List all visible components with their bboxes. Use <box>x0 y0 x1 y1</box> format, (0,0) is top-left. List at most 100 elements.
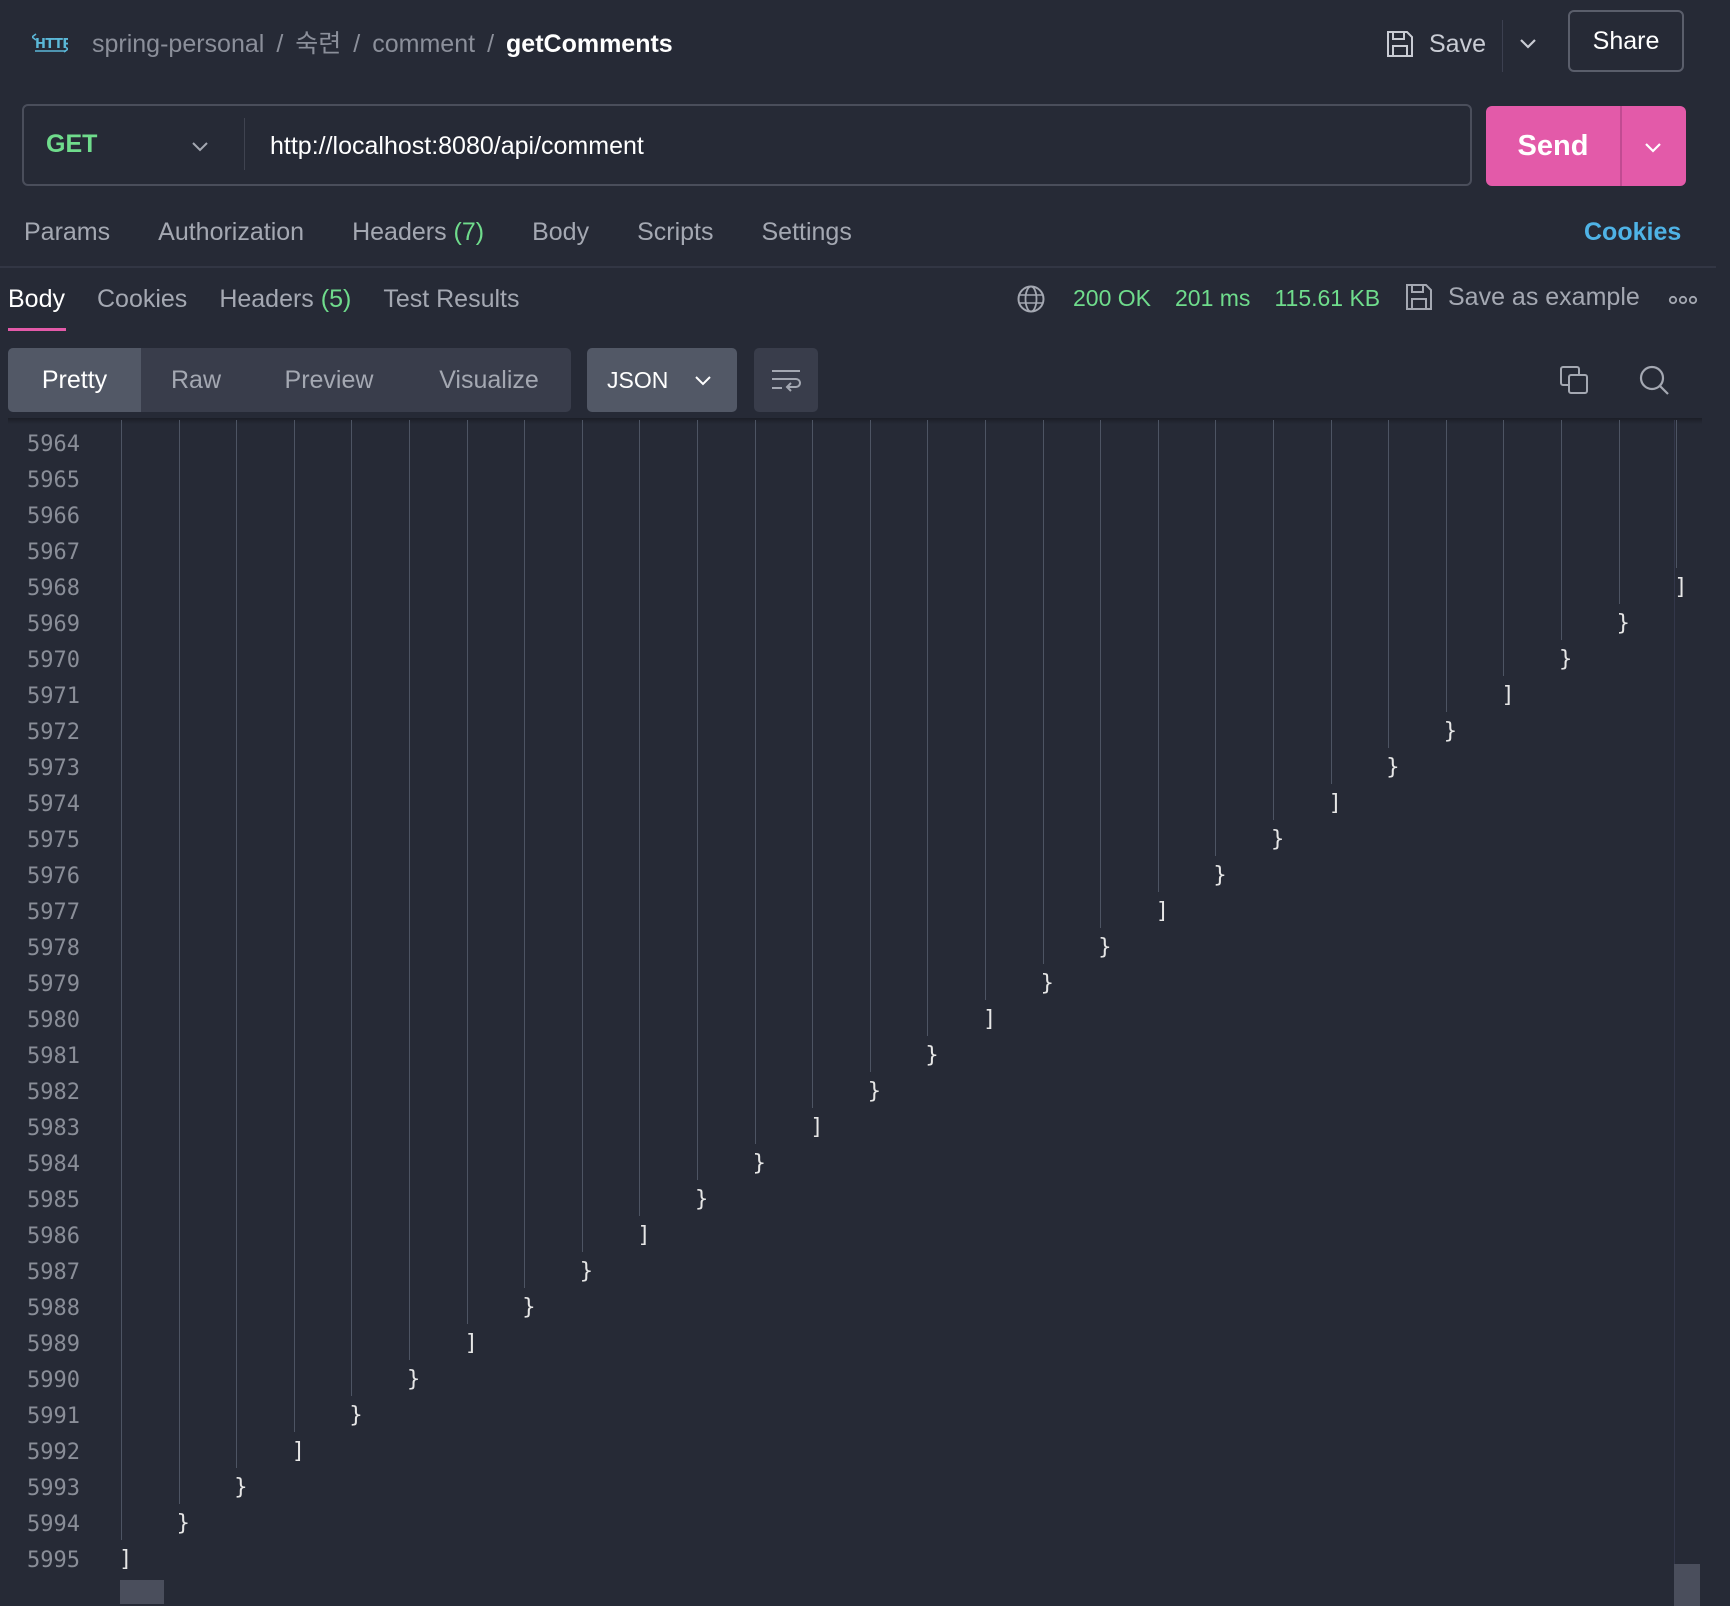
closing-bracket: } <box>234 1475 248 1500</box>
response-time[interactable]: 201 ms <box>1175 285 1250 312</box>
view-pretty[interactable]: Pretty <box>8 348 141 412</box>
more-icon[interactable] <box>1668 288 1698 317</box>
indent-guide <box>1157 420 1159 892</box>
status-code[interactable]: 200 OK <box>1073 285 1151 312</box>
closing-bracket: } <box>1386 755 1400 780</box>
response-tabs: Body Cookies Headers (5) Test Results <box>8 285 552 314</box>
line-number: 5995 <box>27 1548 80 1573</box>
wrap-lines-icon <box>772 370 801 392</box>
save-options-chevron-down-icon[interactable] <box>1515 30 1541 56</box>
line-number: 5989 <box>27 1332 80 1357</box>
indent-guide <box>178 420 180 1504</box>
chevron-down-icon <box>695 376 712 386</box>
indent-guide <box>927 420 929 1036</box>
cookies-link[interactable]: Cookies <box>1584 218 1681 247</box>
response-body-editor[interactable]: 5964 5965 5966 5967 5968 5969 5970 5971 5972 5973… <box>0 420 1700 1606</box>
closing-bracket: } <box>579 1259 594 1284</box>
line-number: 5972 <box>27 720 80 745</box>
save-as-example-button[interactable]: Save as example <box>1404 282 1640 312</box>
closing-bracket: ] <box>291 1439 306 1464</box>
send-button[interactable]: Send <box>1486 106 1620 186</box>
view-preview[interactable]: Preview <box>251 348 407 412</box>
closing-bracket: } <box>867 1079 882 1104</box>
indent-guide <box>754 420 756 1144</box>
format-label: JSON <box>607 366 669 393</box>
request-name[interactable]: getComments <box>506 30 673 58</box>
breadcrumb-item-subfolder[interactable]: comment <box>372 30 475 58</box>
line-number: 5968 <box>27 576 80 601</box>
indent-guide <box>1042 420 1044 964</box>
wrap-lines-button[interactable] <box>754 348 818 412</box>
tab-scripts[interactable]: Scripts <box>637 218 713 247</box>
closing-bracket: } <box>1443 719 1458 744</box>
send-options-chevron-down-icon[interactable] <box>1640 134 1666 165</box>
closing-bracket: } <box>407 1367 421 1392</box>
indent-guide <box>351 420 353 1396</box>
response-size[interactable]: 115.61 KB <box>1274 285 1380 312</box>
vertical-scrollbar-track[interactable] <box>1674 420 1675 1606</box>
copy-icon[interactable] <box>1558 364 1590 401</box>
indent-guide <box>524 420 526 1288</box>
tab-params[interactable]: Params <box>24 218 110 247</box>
tab-settings[interactable]: Settings <box>761 218 851 247</box>
indent-guide <box>697 420 698 1180</box>
indent-guide <box>293 420 295 1432</box>
breadcrumb-item-collection[interactable]: spring-personal <box>92 30 264 58</box>
line-number: 5975 <box>27 828 80 853</box>
tab-body[interactable]: Body <box>532 218 589 247</box>
vertical-scrollbar-thumb[interactable] <box>1674 1564 1700 1606</box>
breadcrumb: spring-personal / 숙련 / comment / getComments <box>92 30 673 58</box>
tab-headers[interactable]: Headers (7) <box>352 218 484 247</box>
closing-bracket: ] <box>119 1547 133 1572</box>
line-number: 5985 <box>27 1188 80 1213</box>
indent-guide <box>121 420 122 1540</box>
indent-guide <box>869 420 871 1072</box>
format-select[interactable]: JSON <box>587 348 737 412</box>
view-visualize[interactable]: Visualize <box>407 348 571 412</box>
closing-bracket: ] <box>1674 575 1688 600</box>
closing-bracket: } <box>1098 935 1112 960</box>
line-number: 5982 <box>27 1080 80 1105</box>
closing-bracket: } <box>1040 971 1054 996</box>
url-divider <box>244 118 245 170</box>
response-tab-body[interactable]: Body <box>8 285 65 314</box>
share-button[interactable]: Share <box>1568 10 1684 72</box>
line-number: 5973 <box>27 756 80 781</box>
globe-icon[interactable] <box>1016 284 1046 319</box>
tab-authorization[interactable]: Authorization <box>158 218 304 247</box>
response-tab-headers[interactable]: Headers (5) <box>219 285 351 314</box>
line-number: 5964 <box>27 432 80 457</box>
line-number: 5992 <box>27 1440 80 1465</box>
method-chevron-down-icon[interactable] <box>188 134 212 163</box>
line-number: 5993 <box>27 1476 80 1501</box>
search-icon[interactable] <box>1638 364 1670 401</box>
save-label: Save <box>1429 29 1486 58</box>
line-number: 5987 <box>27 1260 80 1285</box>
indent-guide <box>1445 420 1447 712</box>
line-number: 5980 <box>27 1008 80 1033</box>
save-icon <box>1387 31 1413 57</box>
save-button[interactable]: Save <box>1385 22 1486 66</box>
line-number: 5967 <box>27 540 80 565</box>
closing-bracket: } <box>522 1295 536 1320</box>
breadcrumb-item-folder[interactable]: 숙련 <box>295 30 341 58</box>
indent-guide <box>1273 420 1274 820</box>
response-tab-cookies[interactable]: Cookies <box>97 285 187 314</box>
url-input[interactable] <box>270 126 1450 166</box>
indent-guide <box>985 420 986 1000</box>
indent-guide <box>1618 420 1620 604</box>
line-number: 5977 <box>27 900 80 925</box>
response-tab-headers-count: (5) <box>320 285 352 313</box>
line-number: 5970 <box>27 648 80 673</box>
indent-guide <box>639 420 641 1216</box>
save-icon <box>1406 284 1432 310</box>
tab-headers-count: (7) <box>453 218 485 246</box>
indent-guide <box>409 420 410 1360</box>
closing-bracket: } <box>1213 863 1227 888</box>
horizontal-scrollbar-thumb[interactable] <box>120 1580 164 1604</box>
indent-guide <box>466 420 468 1324</box>
response-tab-test-results[interactable]: Test Results <box>383 285 519 314</box>
view-raw[interactable]: Raw <box>141 348 251 412</box>
indent-guide <box>1100 420 1102 928</box>
method-select[interactable]: GET <box>46 130 97 159</box>
